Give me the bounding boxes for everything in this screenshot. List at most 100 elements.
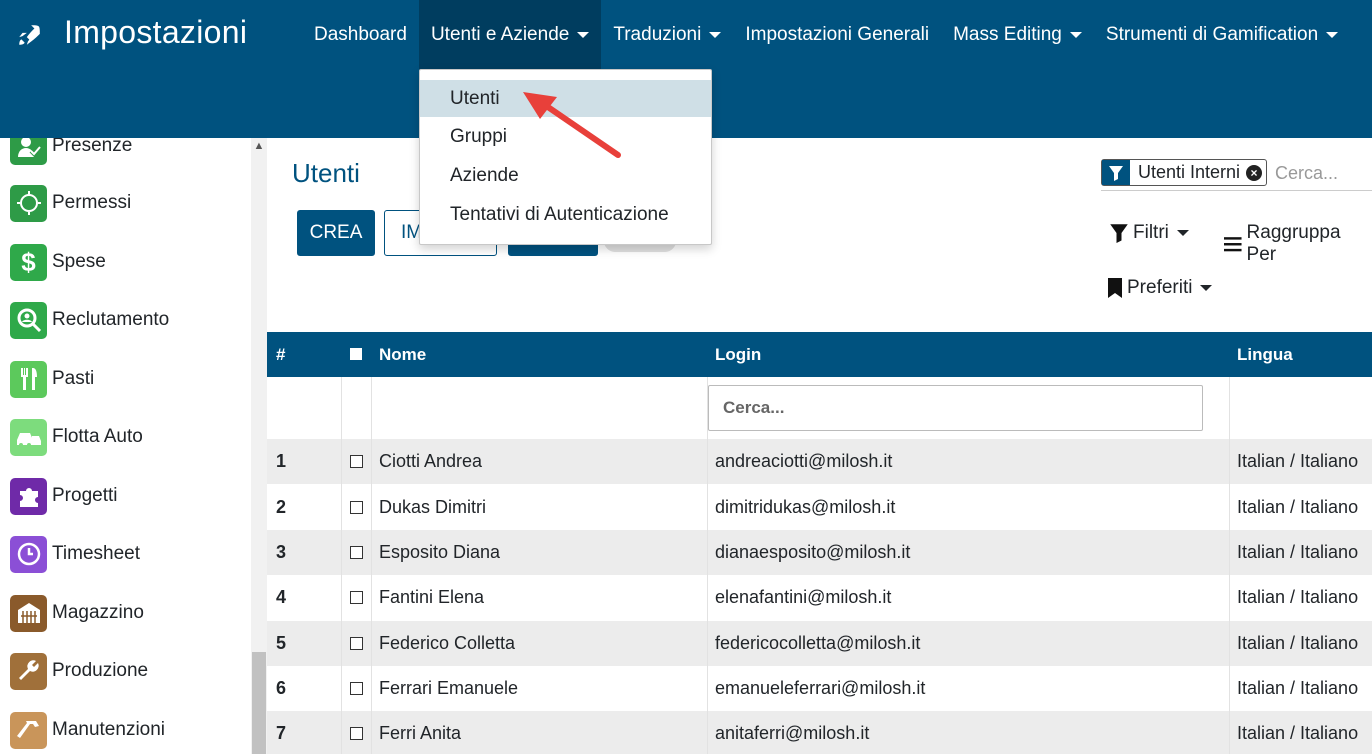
caret-down-icon xyxy=(577,32,590,38)
presence-icon xyxy=(10,138,47,165)
menu-users-companies[interactable]: Utenti e Aziende xyxy=(418,0,602,70)
remove-facet-icon[interactable]: × xyxy=(1246,164,1263,181)
row-checkbox[interactable] xyxy=(350,727,363,740)
row-login: federicocolletta@milosh.it xyxy=(715,633,921,653)
sidebar-item-magazzino[interactable]: Magazzino xyxy=(10,593,144,633)
puzzle-icon xyxy=(10,477,47,515)
row-language: Italian / Italiano xyxy=(1237,542,1359,562)
sidebar-item-progetti[interactable]: Progetti xyxy=(10,476,117,516)
caret-down-icon xyxy=(1069,32,1082,38)
sidebar-item-label: Manutenzioni xyxy=(52,719,166,740)
car-icon xyxy=(10,418,47,456)
row-name: Esposito Diana xyxy=(379,542,501,562)
table-row[interactable]: 6 Ferrari Emanuele emanueleferrari@milos… xyxy=(267,666,1372,711)
column-number: # xyxy=(276,345,286,364)
sidebar-item-label: Magazzino xyxy=(52,602,144,623)
group-by-button[interactable]: Raggruppa Per xyxy=(1224,222,1372,266)
row-number: 6 xyxy=(276,678,287,698)
sidebar-item-flotta-auto[interactable]: Flotta Auto xyxy=(10,417,143,457)
wrench-icon xyxy=(10,652,47,690)
row-language: Italian / Italiano xyxy=(1237,451,1359,471)
search-underline xyxy=(1101,190,1372,191)
row-name: Dukas Dimitri xyxy=(379,497,487,517)
scroll-up-icon[interactable]: ▲ xyxy=(251,140,267,156)
create-button[interactable]: CREA xyxy=(297,210,375,256)
row-language: Italian / Italiano xyxy=(1237,497,1359,517)
row-language: Italian / Italiano xyxy=(1237,587,1359,607)
red-arrow-annotation xyxy=(523,92,621,158)
sidebar-item-label: Produzione xyxy=(52,660,149,681)
column-login[interactable]: Login xyxy=(715,332,761,377)
row-checkbox[interactable] xyxy=(350,637,363,650)
sidebar-item-permessi[interactable]: Permessi xyxy=(10,183,131,223)
table-row[interactable]: 7 Ferri Anita anitaferri@milosh.it Itali… xyxy=(267,711,1372,754)
fork-knife-icon xyxy=(10,360,47,398)
table-row[interactable]: 3 Esposito Diana dianaesposito@milosh.it… xyxy=(267,530,1372,575)
group-by-label: Raggruppa Per xyxy=(1246,222,1341,265)
sidebar-item-label: Reclutamento xyxy=(52,309,170,330)
menu-label: Mass Editing xyxy=(953,24,1062,45)
table-row[interactable]: 5 Federico Colletta federicocolletta@mil… xyxy=(267,621,1372,666)
dropdown-item-auth-attempts[interactable]: Tentativi di Autenticazione xyxy=(420,195,711,234)
list-icon xyxy=(1224,237,1242,252)
app-title: Impostazioni xyxy=(64,14,248,50)
menu-general-settings[interactable]: Impostazioni Generali xyxy=(733,0,941,70)
row-number: 3 xyxy=(276,542,287,562)
menu-label: Dashboard xyxy=(314,24,407,45)
menu-label: Impostazioni Generali xyxy=(745,24,930,45)
table-header: # Nome Login Lingua xyxy=(267,332,1372,377)
sidebar-item-label: Progetti xyxy=(52,485,118,506)
row-checkbox[interactable] xyxy=(350,455,363,468)
sidebar-item-reclutamento[interactable]: Reclutamento xyxy=(10,300,169,340)
bookmark-icon xyxy=(1108,278,1122,298)
column-divider xyxy=(371,377,372,754)
sidebar-item-label: Spese xyxy=(52,251,106,272)
filter-icon xyxy=(1110,224,1128,243)
main-menu: Dashboard Utenti e Aziende Traduzioni Im… xyxy=(302,0,1350,70)
filters-button[interactable]: Filtri xyxy=(1109,222,1189,244)
select-all-checkbox[interactable] xyxy=(350,348,362,360)
search-facet: Utenti Interni × xyxy=(1101,159,1268,186)
row-login: elenafantini@milosh.it xyxy=(715,587,892,607)
table-row[interactable]: 2 Dukas Dimitri dimitridukas@milosh.it I… xyxy=(267,485,1372,530)
sidebar-item-spese[interactable]: $ Spese xyxy=(10,242,106,282)
sidebar: Presenze Permessi $ Spese Reclutamento P… xyxy=(0,138,251,754)
sidebar-item-produzione[interactable]: Produzione xyxy=(10,651,148,691)
row-language: Italian / Italiano xyxy=(1237,633,1359,653)
sidebar-item-manutenzioni[interactable]: Manutenzioni xyxy=(10,710,165,750)
column-language[interactable]: Lingua xyxy=(1237,332,1293,377)
filter-icon xyxy=(1102,160,1130,185)
sidebar-item-pasti[interactable]: Pasti xyxy=(10,359,94,399)
column-name[interactable]: Nome xyxy=(379,332,426,377)
row-login: emanueleferrari@milosh.it xyxy=(715,678,926,698)
table-row[interactable]: 4 Fantini Elena elenafantini@milosh.it I… xyxy=(267,575,1372,620)
sidebar-item-presenze[interactable]: Presenze xyxy=(10,138,132,166)
row-number: 5 xyxy=(276,633,287,653)
menu-gamification[interactable]: Strumenti di Gamification xyxy=(1094,0,1350,70)
search-input[interactable]: Cerca... xyxy=(1275,163,1338,184)
sidebar-item-label: Timesheet xyxy=(52,543,140,564)
favorites-label: Preferiti xyxy=(1127,277,1193,298)
login-filter-input[interactable]: Cerca... xyxy=(708,385,1203,431)
column-divider xyxy=(707,377,708,754)
row-login: dimitridukas@milosh.it xyxy=(715,497,896,517)
clock-icon xyxy=(10,535,47,573)
filters-label: Filtri xyxy=(1133,222,1169,243)
menu-mass-editing[interactable]: Mass Editing xyxy=(941,0,1094,70)
sidebar-item-label: Presenze xyxy=(52,138,133,156)
row-checkbox[interactable] xyxy=(350,546,363,559)
sidebar-item-timesheet[interactable]: Timesheet xyxy=(10,534,140,574)
dollar-icon: $ xyxy=(10,243,47,281)
row-name: Ferri Anita xyxy=(379,723,462,743)
row-checkbox[interactable] xyxy=(350,591,363,604)
row-checkbox[interactable] xyxy=(350,682,363,695)
sidebar-scroll-thumb[interactable] xyxy=(252,652,266,754)
favorites-button[interactable]: Preferiti xyxy=(1107,277,1213,299)
rocket-icon xyxy=(19,25,40,45)
facet-label: Utenti Interni xyxy=(1138,162,1241,182)
menu-dashboard[interactable]: Dashboard xyxy=(302,0,419,70)
row-name: Fantini Elena xyxy=(379,587,485,607)
table-row[interactable]: 1 Ciotti Andrea andreaciotti@milosh.it I… xyxy=(267,439,1372,484)
row-checkbox[interactable] xyxy=(350,501,363,514)
menu-translations[interactable]: Traduzioni xyxy=(601,0,733,70)
